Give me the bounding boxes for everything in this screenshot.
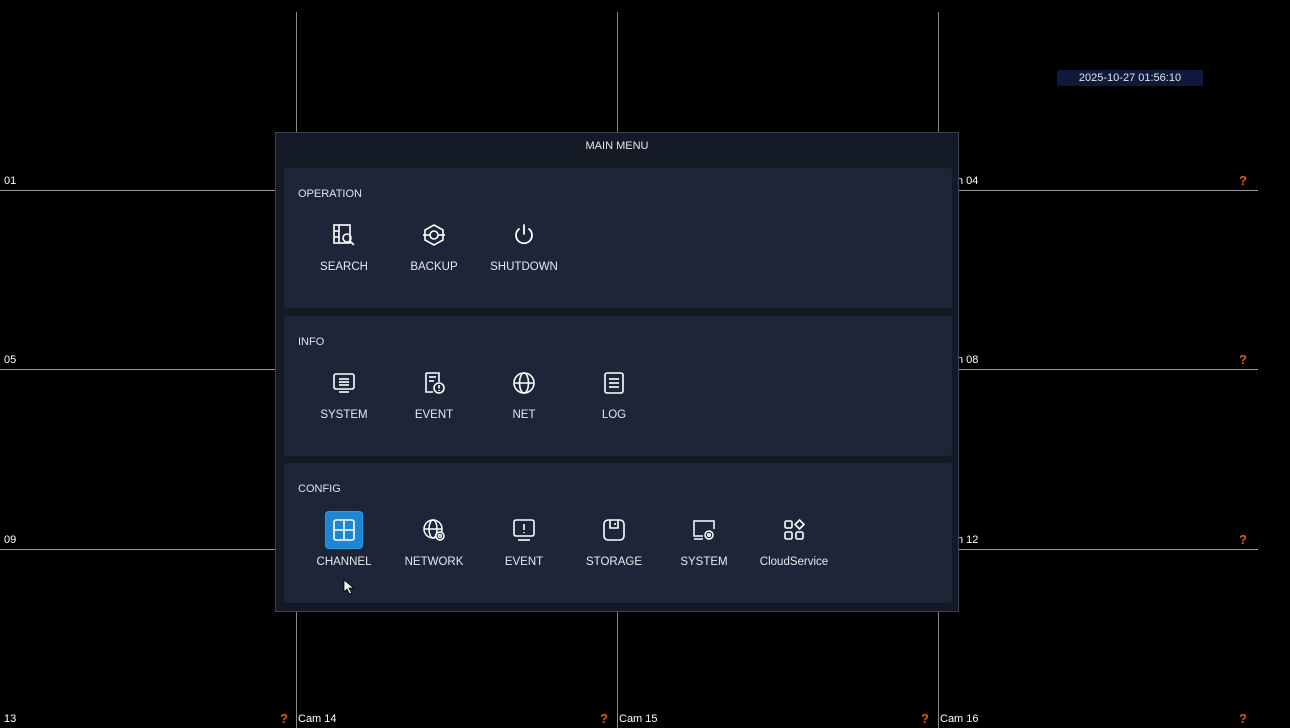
no-signal-icon: ? xyxy=(1239,352,1247,367)
event-info-button[interactable]: EVENT xyxy=(396,364,472,434)
search-label: SEARCH xyxy=(320,261,368,273)
camera-label: 09 xyxy=(4,534,17,546)
net-info-button[interactable]: NET xyxy=(486,364,562,434)
no-signal-icon: ? xyxy=(600,711,608,726)
camera-label: Cam 16 xyxy=(940,713,979,725)
no-signal-icon: ? xyxy=(921,711,929,726)
camera-label: Cam 15 xyxy=(619,713,658,725)
event-info-label: EVENT xyxy=(414,409,454,421)
cloud-service-icon xyxy=(775,511,813,549)
event-alert-icon xyxy=(505,511,543,549)
event-config-label: EVENT xyxy=(504,556,544,568)
section-title: OPERATION xyxy=(298,188,362,200)
shutdown-button[interactable]: SHUTDOWN xyxy=(486,216,562,286)
datetime-overlay: 2025-10-27 01:56:10 xyxy=(1057,70,1203,86)
net-info-label: NET xyxy=(512,409,536,421)
system-info-icon xyxy=(325,364,363,402)
operation-section: OPERATION SEARCH BACKUP SHUTDOWN xyxy=(284,168,952,308)
log-icon xyxy=(595,364,633,402)
camera-label: n 04 xyxy=(957,175,979,187)
network-button[interactable]: NETWORK xyxy=(396,511,472,581)
system-config-button[interactable]: SYSTEM xyxy=(666,511,742,581)
event-config-button[interactable]: EVENT xyxy=(486,511,562,581)
channel-label: CHANNEL xyxy=(316,556,372,568)
menu-title: MAIN MENU xyxy=(585,140,649,152)
power-icon xyxy=(505,216,543,254)
system-info-button[interactable]: SYSTEM xyxy=(306,364,382,434)
channel-grid-icon xyxy=(325,511,363,549)
no-signal-icon: ? xyxy=(1239,173,1247,188)
camera-label: 13 xyxy=(4,713,17,725)
channel-button[interactable]: CHANNEL xyxy=(306,511,382,581)
log-button[interactable]: LOG xyxy=(576,364,652,434)
camera-label: Cam 14 xyxy=(298,713,337,725)
globe-icon xyxy=(505,364,543,402)
no-signal-icon: ? xyxy=(1239,711,1247,726)
camera-label: 05 xyxy=(4,354,17,366)
no-signal-icon: ? xyxy=(1239,532,1247,547)
section-title: CONFIG xyxy=(298,483,341,495)
info-section: INFO SYSTEM EVENT NET LOG xyxy=(284,316,952,456)
system-settings-icon xyxy=(685,511,723,549)
section-title: INFO xyxy=(298,336,325,348)
system-info-label: SYSTEM xyxy=(320,409,368,421)
network-label: NETWORK xyxy=(404,556,464,568)
network-settings-icon xyxy=(415,511,453,549)
cloud-service-button[interactable]: CloudService xyxy=(756,511,832,581)
storage-button[interactable]: STORAGE xyxy=(576,511,652,581)
camera-label: 01 xyxy=(4,175,17,187)
nvr-screen: 01 n 04 ? 05 n 08 ? 09 n 12 ? 13 ? Cam 1… xyxy=(0,0,1290,728)
storage-label: STORAGE xyxy=(585,556,643,568)
backup-icon xyxy=(415,216,453,254)
log-label: LOG xyxy=(601,409,627,421)
search-button[interactable]: SEARCH xyxy=(306,216,382,286)
mouse-cursor-icon xyxy=(343,579,355,595)
shutdown-label: SHUTDOWN xyxy=(490,261,558,273)
backup-label: BACKUP xyxy=(410,261,458,273)
system-config-label: SYSTEM xyxy=(680,556,728,568)
no-signal-icon: ? xyxy=(280,711,288,726)
event-info-icon xyxy=(415,364,453,402)
camera-label: n 12 xyxy=(957,534,979,546)
search-icon xyxy=(325,216,363,254)
config-section: CONFIG CHANNEL NETWORK EVENT STORAGE SYS… xyxy=(284,463,952,603)
cloud-service-label: CloudService xyxy=(759,556,829,568)
storage-icon xyxy=(595,511,633,549)
camera-label: n 08 xyxy=(957,354,979,366)
main-menu-dialog: MAIN MENU OPERATION SEARCH BACKUP SHUTDO… xyxy=(275,132,959,612)
side-bar xyxy=(1258,12,1290,728)
backup-button[interactable]: BACKUP xyxy=(396,216,472,286)
